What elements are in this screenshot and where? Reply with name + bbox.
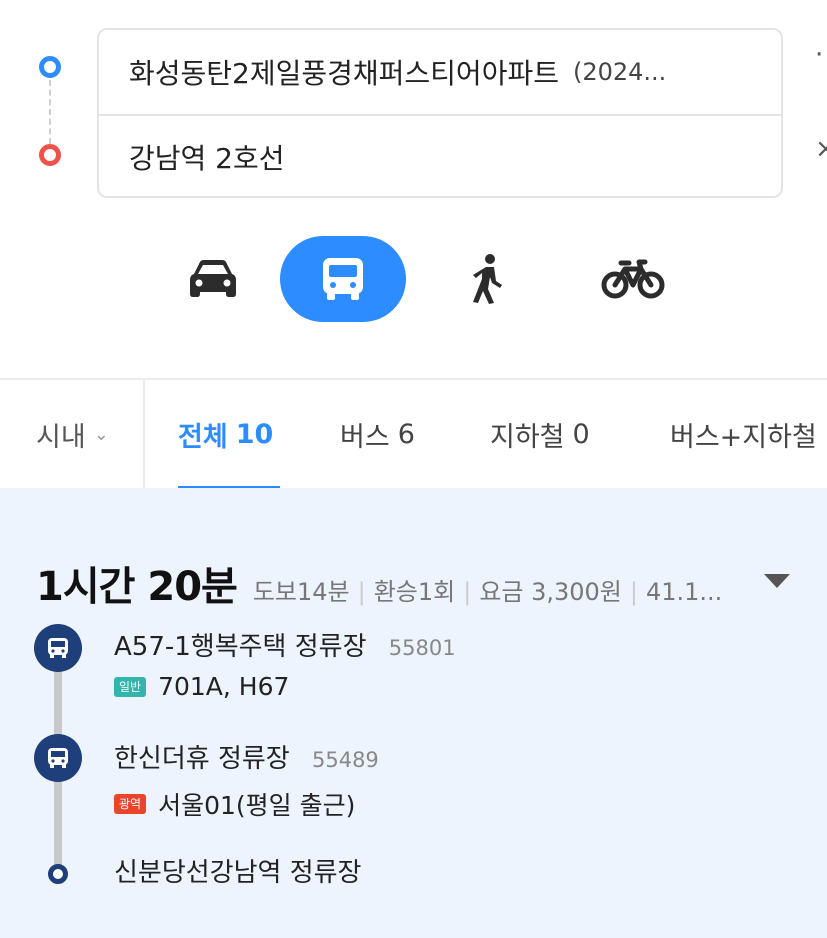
destination-field[interactable]: 강남역 2호선: [99, 114, 781, 198]
bus-line-numbers[interactable]: 701A, H67: [158, 672, 289, 701]
bus-icon: [323, 258, 363, 300]
divider: |: [463, 578, 472, 606]
mode-bike-button[interactable]: [570, 236, 696, 322]
origin-text: 화성동탄2제일풍경채퍼스티어아파트: [129, 57, 559, 90]
destination-marker-icon: [39, 144, 61, 166]
tab-bus-subway[interactable]: 버스+지하철: [670, 380, 817, 488]
stop-name[interactable]: 신분당선강남역 정류장: [114, 852, 361, 889]
car-icon: [190, 260, 236, 297]
tab-label: 버스: [340, 421, 390, 453]
bus-line-numbers[interactable]: 서울01(평일 출근): [158, 786, 355, 822]
bus-icon: [48, 748, 68, 768]
route-result-card[interactable]: 1시간 20분 도보14분 | 환승1회 | 요금 3,300원 | 41.1... A57…: [0, 488, 827, 938]
origin-marker-icon: [39, 56, 61, 78]
city-dropdown[interactable]: 시내 ⌄: [0, 380, 145, 488]
route-connector: [49, 80, 51, 144]
chevron-down-icon: ⌄: [93, 423, 109, 445]
bus-icon: [48, 638, 68, 658]
route-duration: 1시간 20분: [36, 564, 238, 610]
stop-name[interactable]: A57-1행복주택 정류장 55801: [114, 626, 456, 663]
origin-suffix: (2024...: [572, 58, 667, 86]
tab-bus[interactable]: 버스 6: [340, 380, 415, 488]
mode-walk-button[interactable]: [425, 236, 551, 322]
tab-subway[interactable]: 지하철 0: [490, 380, 590, 488]
stop-name[interactable]: 한신더휴 정류장 55489: [114, 738, 379, 775]
bus-type-badge: 광역: [114, 794, 147, 814]
distance: 41.1...: [645, 578, 723, 606]
bicycle-icon: [601, 259, 665, 299]
expand-caret-icon[interactable]: [764, 574, 790, 588]
bus-stop-icon: [34, 624, 82, 672]
stop-label: 한신더휴 정류장: [114, 744, 290, 774]
route-meta: 도보14분 | 환승1회 | 요금 3,300원 | 41.1...: [253, 572, 722, 607]
tab-label: 전체: [178, 421, 228, 453]
origin-field[interactable]: 화성동탄2제일풍경채퍼스티어아파트 (2024...: [99, 30, 781, 114]
bus-lines: 일반 701A, H67: [114, 672, 289, 701]
transport-modes: [150, 236, 710, 322]
destination-text: 강남역 2호선: [129, 142, 285, 175]
remove-icon[interactable]: ×: [815, 134, 827, 164]
stop-code: 55489: [311, 748, 379, 772]
bus-type-badge: 일반: [114, 676, 147, 697]
stop-code: 55801: [388, 636, 456, 660]
tab-count: 6: [397, 418, 415, 450]
destination-stop-dot-icon: [48, 864, 68, 884]
stop-label: 신분당선강남역 정류장: [114, 858, 362, 888]
tab-count: 10: [235, 418, 274, 450]
walk-icon: [473, 254, 502, 304]
walk-time: 도보14분: [252, 578, 350, 606]
route-input-box: 화성동탄2제일풍경채퍼스티어아파트 (2024... 강남역 2호선: [97, 28, 783, 198]
divider: |: [629, 578, 638, 606]
stop-label: A57-1행복주택 정류장: [114, 632, 367, 662]
mode-transit-button[interactable]: [280, 236, 406, 322]
more-options-icon[interactable]: ·: [815, 40, 823, 70]
bus-stop-icon: [34, 734, 82, 782]
tab-label: 지하철: [490, 421, 565, 453]
bus-lines: 광역 서울01(평일 출근): [114, 786, 355, 822]
fare: 요금 3,300원: [479, 578, 622, 606]
filter-bar: 시내 ⌄ 전체 10 버스 6 지하철 0 버스+지하철: [0, 378, 827, 490]
mode-car-button[interactable]: [150, 236, 276, 322]
transfer-count: 환승1회: [373, 578, 456, 606]
tab-count: 0: [572, 418, 590, 450]
route-markers: [36, 54, 64, 174]
divider: |: [357, 578, 366, 606]
tab-all[interactable]: 전체 10: [178, 380, 273, 488]
route-summary: 1시간 20분 도보14분 | 환승1회 | 요금 3,300원 | 41.1...: [36, 554, 797, 612]
tab-label: 버스+지하철: [670, 421, 817, 453]
city-label: 시내: [36, 421, 86, 453]
